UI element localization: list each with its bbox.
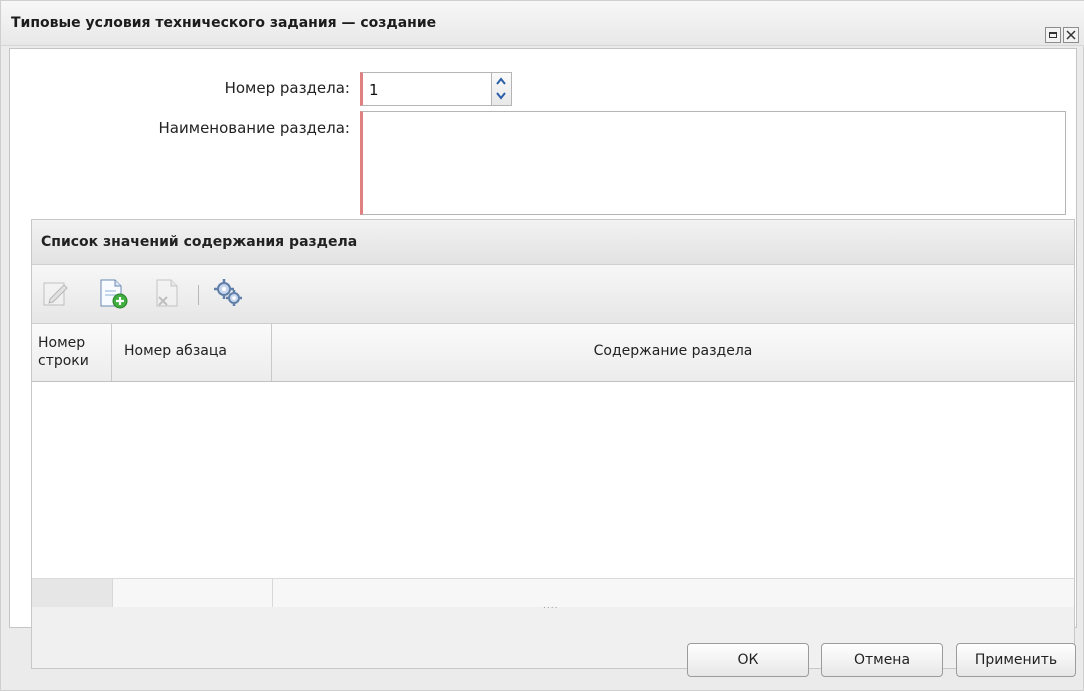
close-icon[interactable] xyxy=(1063,27,1079,43)
add-record-icon[interactable] xyxy=(96,277,128,309)
cancel-button[interactable]: Отмена xyxy=(821,643,943,677)
section-number-field[interactable]: 1 xyxy=(360,72,492,106)
title-bar[interactable]: Типовые условия технического задания — с… xyxy=(1,1,1084,46)
section-number-value: 1 xyxy=(369,81,379,99)
maximize-icon[interactable] xyxy=(1045,27,1061,43)
settings-gear-icon[interactable] xyxy=(212,277,244,309)
footer-cell xyxy=(112,579,273,607)
ok-button[interactable]: ОК xyxy=(687,643,809,677)
delete-record-icon[interactable] xyxy=(150,277,182,309)
footer-cell xyxy=(32,579,113,607)
panel-title: Список значений содержания раздела xyxy=(41,234,358,250)
section-name-label: Наименование раздела: xyxy=(158,119,350,137)
panel-toolbar xyxy=(32,265,1074,324)
spin-down-icon[interactable] xyxy=(495,91,507,101)
dialog-window: Типовые условия технического задания — с… xyxy=(0,0,1084,691)
apply-button[interactable]: Применить xyxy=(956,643,1076,677)
column-header-section-content[interactable]: Содержание раздела xyxy=(272,324,1074,381)
toolbar-separator xyxy=(198,285,199,305)
panel-header: Список значений содержания раздела xyxy=(32,220,1074,265)
grid-header: Номер строки Номер абзаца Содержание раз… xyxy=(32,324,1074,382)
column-header-paragraph-number[interactable]: Номер абзаца xyxy=(112,324,272,381)
section-content-panel: Список значений содержания раздела Номер… xyxy=(31,219,1075,669)
section-name-field[interactable] xyxy=(360,111,1066,215)
column-header-row-number[interactable]: Номер строки xyxy=(32,324,112,381)
spin-up-icon[interactable] xyxy=(495,76,507,86)
grid-body[interactable] xyxy=(32,382,1074,578)
section-number-spinner[interactable] xyxy=(492,72,512,106)
window-title: Типовые условия технического задания — с… xyxy=(11,15,437,31)
form-pane: Номер раздела: 1 Наименование раздела: С… xyxy=(9,48,1077,669)
section-number-label: Номер раздела: xyxy=(224,79,350,97)
resize-handle[interactable]: .... xyxy=(543,601,558,611)
grid-footer: .... xyxy=(32,578,1074,611)
edit-icon[interactable] xyxy=(40,277,72,309)
